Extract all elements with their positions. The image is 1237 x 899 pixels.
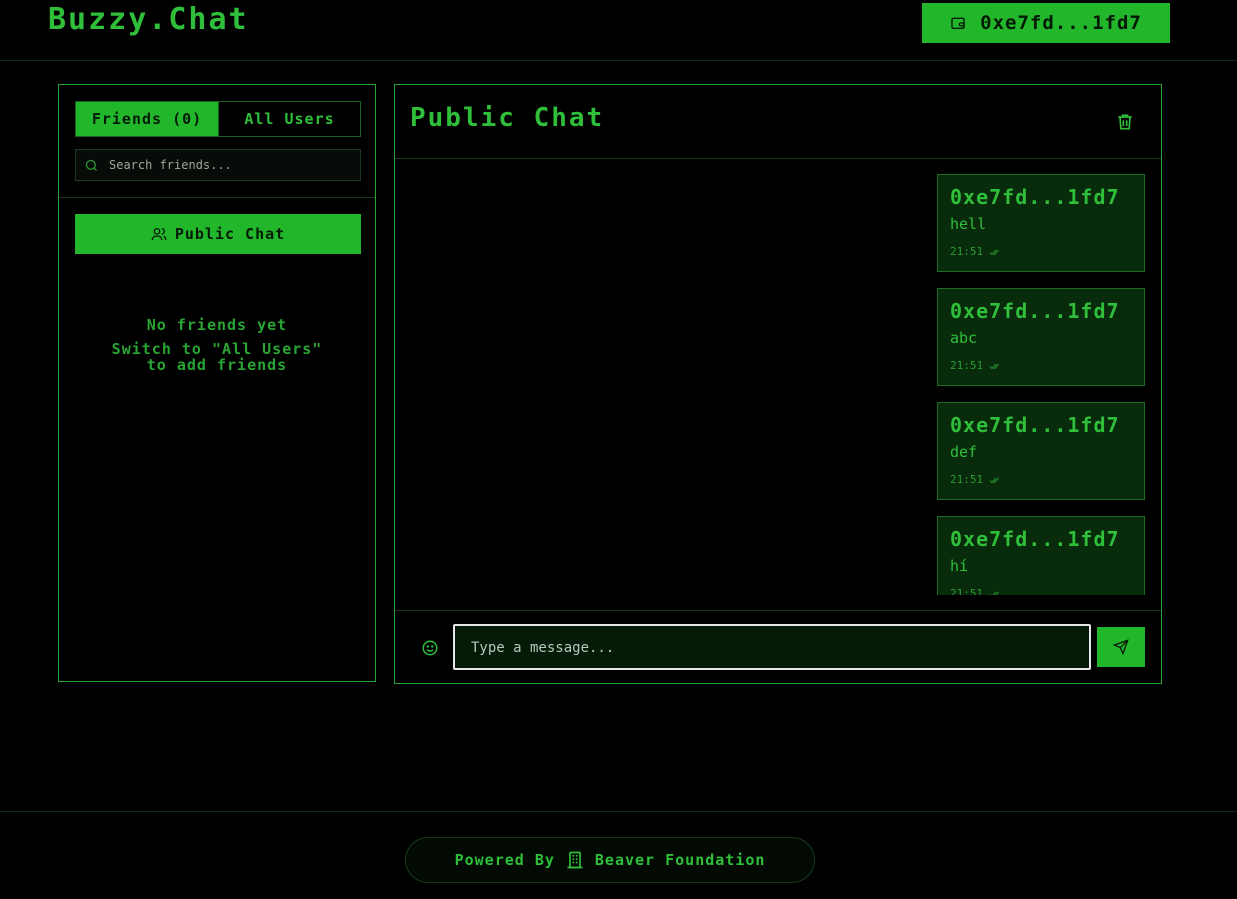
message-meta: 21:51 — [950, 473, 1001, 486]
tab-friends[interactable]: Friends (0) — [76, 102, 218, 136]
search-icon — [85, 159, 97, 171]
sidebar-tabs: Friends (0) All Users — [75, 101, 361, 137]
wallet-address: 0xe7fd...1fd7 — [980, 12, 1142, 34]
message-text: def — [950, 443, 978, 461]
double-check-icon — [989, 363, 999, 369]
message-bubble[interactable]: 0xe7fd...1fd7 def 21:51 — [937, 402, 1145, 500]
chat-panel: Public Chat 0xe7fd...1fd7 hell 21:51 0xe… — [394, 84, 1162, 684]
public-chat-label: Public Chat — [174, 225, 286, 243]
message-sender: 0xe7fd...1fd7 — [950, 413, 1120, 437]
message-bubble[interactable]: 0xe7fd...1fd7 hí 21:51 — [937, 516, 1145, 595]
message-time: 21:51 — [950, 587, 984, 595]
tab-all-users[interactable]: All Users — [218, 102, 360, 136]
footer-divider — [0, 811, 1237, 812]
wallet-button[interactable]: 0xe7fd...1fd7 — [922, 3, 1170, 43]
message-text: hí — [950, 557, 969, 575]
message-list[interactable]: 0xe7fd...1fd7 hell 21:51 0xe7fd...1fd7 a… — [395, 159, 1161, 595]
sidebar: Friends (0) All Users Public Chat No fri… — [58, 84, 376, 682]
message-composer — [395, 610, 1161, 684]
message-sender: 0xe7fd...1fd7 — [950, 299, 1120, 323]
message-time: 21:51 — [950, 359, 984, 372]
message-meta: 21:51 — [950, 245, 1001, 258]
message-bubble[interactable]: 0xe7fd...1fd7 hell 21:51 — [937, 174, 1145, 272]
search-box — [75, 149, 361, 181]
message-text: abc — [950, 329, 978, 347]
empty-friends-message: No friends yet Switch to "All Users" to … — [59, 317, 375, 373]
send-button[interactable] — [1097, 627, 1145, 667]
message-sender: 0xe7fd...1fd7 — [950, 527, 1120, 551]
users-icon — [151, 228, 167, 241]
brand-logo[interactable]: Buzzy.Chat — [48, 2, 249, 37]
message-meta: 21:51 — [950, 587, 1001, 595]
building-icon — [567, 851, 583, 869]
trash-icon[interactable] — [1115, 112, 1135, 132]
powered-by-badge[interactable]: Powered By Beaver Foundation — [405, 837, 815, 883]
message-sender: 0xe7fd...1fd7 — [950, 185, 1120, 209]
double-check-icon — [989, 591, 999, 595]
send-icon — [1113, 639, 1129, 655]
message-text: hell — [950, 215, 987, 233]
double-check-icon — [989, 477, 999, 483]
message-time: 21:51 — [950, 245, 984, 258]
message-meta: 21:51 — [950, 359, 1001, 372]
app-header: Buzzy.Chat 0xe7fd...1fd7 — [0, 0, 1237, 61]
message-input-wrapper — [453, 624, 1091, 670]
wallet-icon — [951, 17, 965, 29]
empty-hint-line2: to add friends — [146, 356, 288, 374]
public-chat-button[interactable]: Public Chat — [75, 214, 361, 254]
message-bubble[interactable]: 0xe7fd...1fd7 abc 21:51 — [937, 288, 1145, 386]
powered-by-label: Powered By — [454, 851, 555, 869]
search-input[interactable] — [107, 157, 351, 173]
message-time: 21:51 — [950, 473, 984, 486]
message-input[interactable] — [469, 626, 1079, 670]
empty-title: No friends yet — [146, 316, 288, 334]
emoji-icon[interactable] — [421, 639, 439, 657]
chat-title: Public Chat — [410, 103, 605, 133]
double-check-icon — [989, 249, 999, 255]
org-name: Beaver Foundation — [594, 851, 766, 869]
sidebar-divider — [59, 197, 375, 198]
chat-header: Public Chat — [395, 85, 1161, 159]
empty-hint-line1: Switch to "All Users" — [111, 340, 323, 358]
